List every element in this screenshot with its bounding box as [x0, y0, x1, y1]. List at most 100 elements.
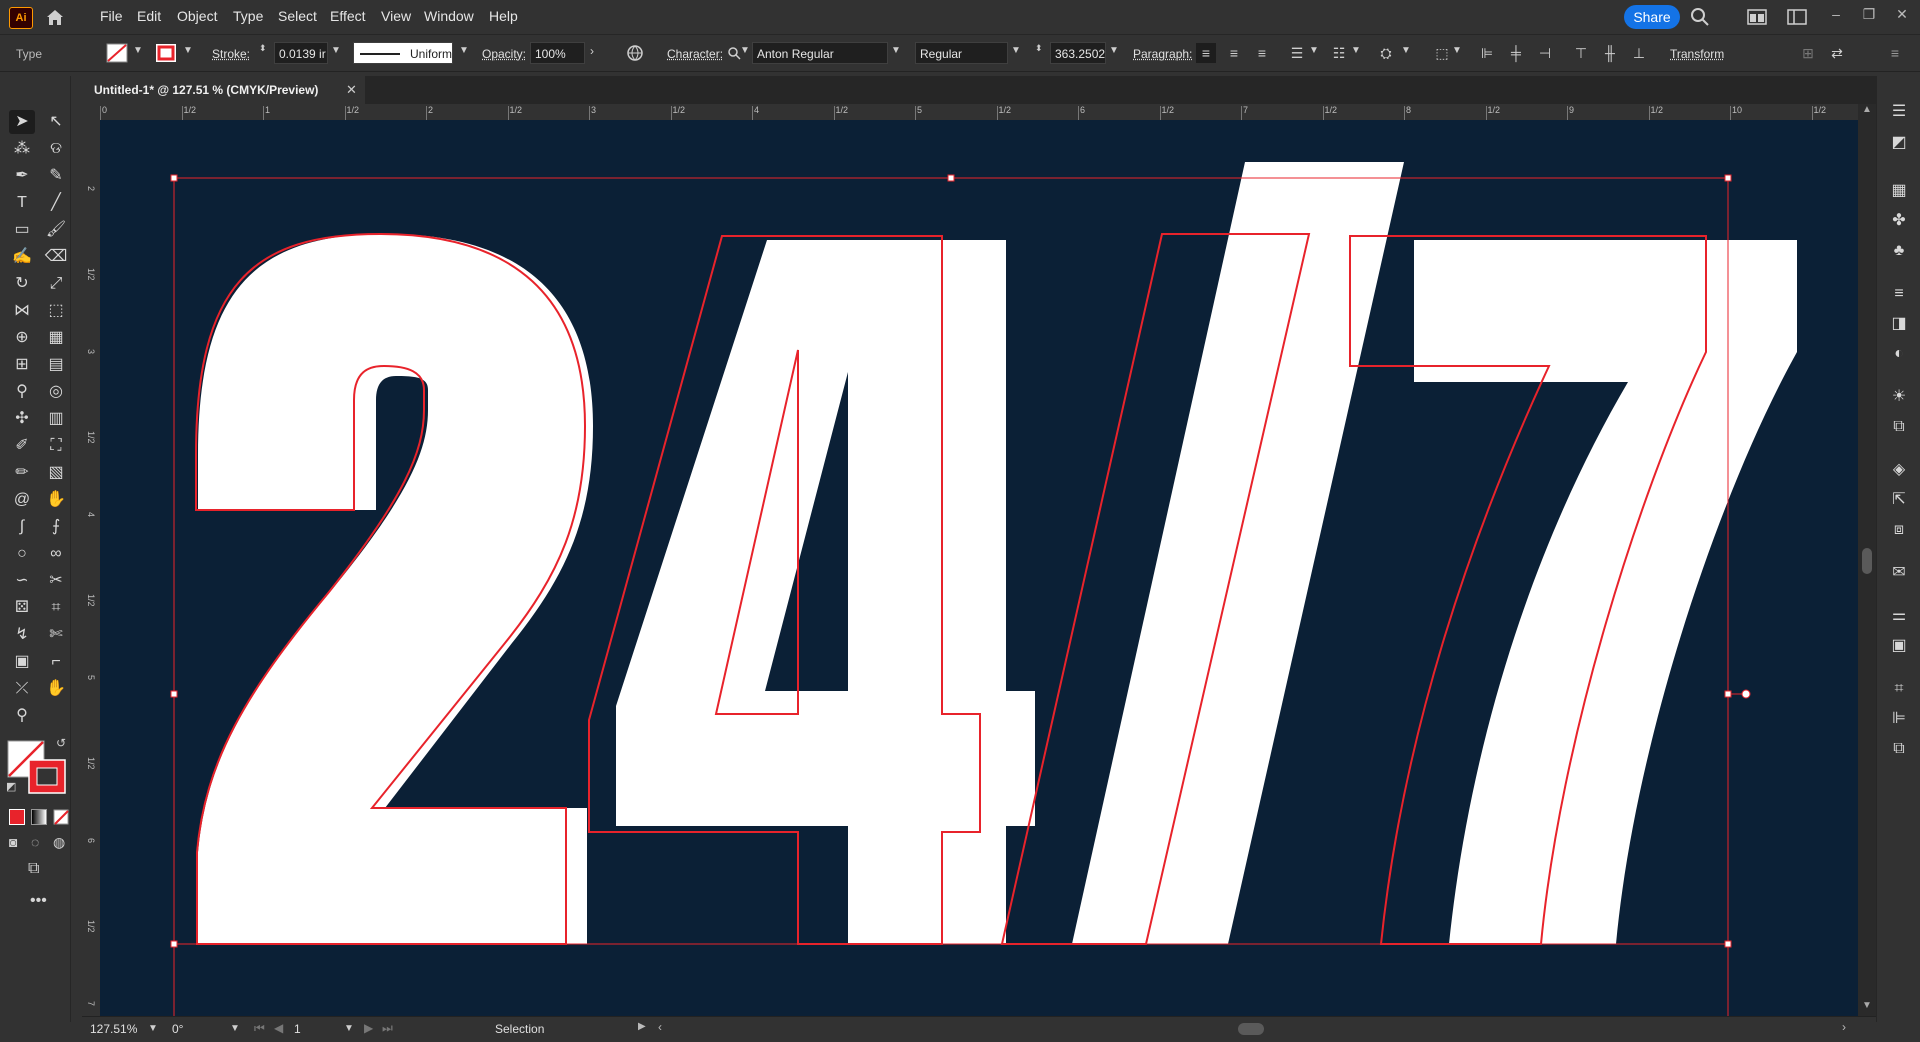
close-icon[interactable]: ✕ — [1890, 6, 1914, 26]
font-size-field[interactable]: 363.2502 — [1050, 42, 1106, 64]
stroke-profile-dropdown-icon[interactable]: ▼ — [459, 45, 469, 56]
properties-panel-icon[interactable]: ☰ — [1887, 100, 1911, 124]
color-mode-icon[interactable] — [9, 809, 25, 825]
ruler-origin[interactable] — [82, 104, 100, 120]
warp-dropdown-icon[interactable]: ▼ — [1401, 45, 1411, 56]
anchor-point-tool-icon[interactable]: ∫ — [9, 515, 35, 539]
vertical-scroll-thumb[interactable] — [1862, 548, 1872, 574]
workspace-icon[interactable] — [1747, 9, 1767, 25]
default-fill-stroke-icon[interactable]: ◩ — [6, 780, 16, 793]
edit-toolbar-icon[interactable]: ••• — [30, 892, 47, 910]
control-menu-icon[interactable]: ≡ — [1885, 43, 1905, 63]
stroke-profile-select[interactable]: Uniform — [353, 42, 453, 64]
align-right-edges-icon[interactable]: ⊣ — [1535, 43, 1555, 63]
screen-mode-icon[interactable]: ⧉ — [28, 860, 39, 878]
bullets-icon[interactable]: ☰ — [1287, 43, 1307, 63]
gradient-mode-icon[interactable] — [31, 809, 47, 825]
fill-swatch-icon[interactable] — [106, 43, 128, 63]
search-icon[interactable] — [1690, 7, 1710, 27]
blob-brush-tool-icon[interactable]: ✐ — [9, 434, 35, 458]
scroll-down-icon[interactable]: ▼ — [1862, 1000, 1872, 1011]
fill-dropdown-icon[interactable]: ▼ — [133, 45, 143, 56]
symbols-panel-icon[interactable]: ♣ — [1887, 239, 1911, 263]
opacity-label[interactable]: Opacity: — [482, 47, 526, 61]
pen-tool-icon[interactable]: ✒ — [9, 164, 35, 188]
stroke-weight-dropdown-icon[interactable]: ▼ — [331, 45, 341, 56]
glyphs-panel-icon[interactable]: ▣ — [1887, 634, 1911, 658]
image-trace-tool-icon[interactable]: ▧ — [43, 461, 69, 485]
arrange-documents-icon[interactable] — [1787, 9, 1807, 25]
shape-options-dropdown-icon[interactable]: ▼ — [1452, 45, 1462, 56]
puppet-warp-tool-icon[interactable]: ✋ — [43, 488, 69, 512]
join-tool-icon[interactable]: ↯ — [9, 623, 35, 647]
comments-panel-icon[interactable]: ✉ — [1887, 561, 1911, 585]
font-search-dropdown-icon[interactable]: ▼ — [740, 45, 750, 56]
next-artboard-icon[interactable]: ▶ — [364, 1021, 373, 1035]
previous-artboard-icon[interactable]: ◀ — [274, 1021, 283, 1035]
width-tool-icon[interactable]: ⋈ — [9, 299, 35, 323]
draw-normal-icon[interactable]: ◙ — [9, 834, 17, 850]
numbering-icon[interactable]: ☷ — [1329, 43, 1349, 63]
align-horizontal-center-icon[interactable]: ╪ — [1506, 43, 1526, 63]
numbering-dropdown-icon[interactable]: ▼ — [1351, 45, 1361, 56]
opacity-arrow-icon[interactable]: › — [590, 44, 594, 58]
shape-tool-icon[interactable]: ∞ — [43, 542, 69, 566]
menu-object[interactable]: Object — [177, 8, 217, 24]
brushes-panel-icon[interactable]: ✤ — [1887, 209, 1911, 233]
opacity-field[interactable]: 100% — [530, 42, 585, 64]
menu-edit[interactable]: Edit — [137, 8, 161, 24]
shaper-tool-icon[interactable]: ✍ — [9, 245, 35, 269]
eyedropper-tool-icon[interactable]: ⚲ — [9, 380, 35, 404]
libraries-panel-icon[interactable]: ◩ — [1887, 131, 1911, 155]
font-search-icon[interactable] — [727, 46, 741, 60]
menu-effect[interactable]: Effect — [330, 8, 366, 24]
font-family-field[interactable]: Anton Regular — [752, 42, 888, 64]
draw-inside-icon[interactable]: ◍ — [53, 834, 65, 851]
transparency-panel-icon[interactable]: ◐ — [1887, 342, 1911, 366]
scissors-tool-icon[interactable]: ✄ — [43, 623, 69, 647]
artboard-number-field[interactable]: 1 — [294, 1020, 301, 1038]
menu-file[interactable]: File — [100, 8, 123, 24]
add-anchor-tool-icon[interactable]: ⨍ — [43, 515, 69, 539]
smooth-tool-icon[interactable]: ∽ — [9, 569, 35, 593]
shape-builder-tool-icon[interactable]: ⊕ — [9, 326, 35, 350]
hand-tool-icon[interactable]: ✋ — [43, 677, 69, 701]
mesh-tool-icon[interactable]: ⊞ — [9, 353, 35, 377]
gradient-tool-icon[interactable]: ▤ — [43, 353, 69, 377]
font-size-dropdown-icon[interactable]: ▼ — [1109, 45, 1119, 56]
export-panel-icon[interactable]: ⇱ — [1887, 488, 1911, 512]
rectangle-tool-icon[interactable]: ▭ — [9, 218, 35, 242]
appearance-panel-icon[interactable]: ☀ — [1887, 385, 1911, 409]
handle-top-right[interactable] — [1725, 175, 1731, 181]
warp-icon[interactable]: ⛭ — [1376, 43, 1396, 63]
menu-help[interactable]: Help — [489, 8, 518, 24]
artboards-panel-icon[interactable]: ⧈ — [1887, 518, 1911, 542]
transform-label[interactable]: Transform — [1670, 47, 1724, 61]
knife-tool-icon[interactable]: ⤫ — [9, 677, 35, 701]
recolor-globe-icon[interactable] — [626, 44, 644, 62]
graphic-styles-panel-icon[interactable]: ⧉ — [1887, 415, 1911, 439]
rotation-dropdown-icon[interactable]: ▼ — [230, 1023, 240, 1034]
perspective-grid-tool-icon[interactable]: ▦ — [43, 326, 69, 350]
stroke-panel-icon[interactable]: ≡ — [1887, 282, 1911, 306]
menu-type[interactable]: Type — [233, 8, 263, 24]
home-icon[interactable] — [44, 7, 66, 27]
font-family-dropdown-icon[interactable]: ▼ — [891, 45, 901, 56]
handle-top-center[interactable] — [948, 175, 954, 181]
artboard-tool-icon[interactable]: ⌗ — [43, 596, 69, 620]
horizontal-scroll-thumb[interactable] — [1238, 1023, 1264, 1035]
align-panel-icon[interactable]: ⊫ — [1887, 707, 1911, 731]
horizontal-ruler[interactable]: 0 1/2 1 1/2 2 1/2 3 1/2 4 1/2 5 1/2 6 1/2 7 1/2 8 1/2 9 1/2… — [100, 104, 1858, 121]
align-vertical-center-icon[interactable]: ╫ — [1600, 43, 1620, 63]
slice-tool-icon[interactable]: ▣ — [9, 650, 35, 674]
minimize-icon[interactable]: – — [1824, 6, 1848, 26]
glyph-7-fill[interactable] — [1414, 240, 1797, 944]
curvature-tool-icon[interactable]: ✎ — [43, 164, 69, 188]
shape-options-icon[interactable]: ⬚ — [1432, 43, 1452, 63]
font-style-dropdown-icon[interactable]: ▼ — [1011, 45, 1021, 56]
stroke-weight-field[interactable]: 0.0139 ir — [274, 42, 328, 64]
close-tab-icon[interactable]: ✕ — [346, 82, 357, 98]
direct-selection-tool-icon[interactable]: ↖ — [43, 110, 69, 134]
rotation-field[interactable]: 0° — [172, 1020, 183, 1038]
vertical-scrollbar[interactable]: ▲ ▼ — [1858, 104, 1876, 1016]
